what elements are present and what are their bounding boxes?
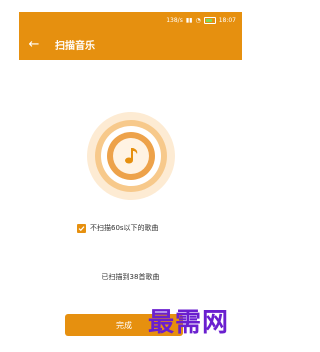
wifi-icon: ◔ [195, 16, 201, 24]
battery-icon [203, 16, 216, 24]
page-title: 扫描音乐 [55, 40, 95, 52]
app-screen: 138/s ▮▮ ◔ 18:07 ← 扫描音乐 不扫描60s以下的歌曲 已扫描到… [19, 12, 242, 352]
scan-disc [86, 112, 175, 200]
skip-short-songs-label: 不扫描60s以下的歌曲 [90, 224, 159, 232]
music-note-icon [113, 138, 149, 174]
watermark-logo: 最需网 [148, 308, 230, 338]
back-arrow-icon[interactable]: ← [19, 38, 49, 51]
status-time: 18:07 [218, 16, 236, 24]
signal-icon: ▮▮ [185, 16, 193, 24]
network-speed: 138/s [166, 16, 183, 24]
status-bar: 138/s ▮▮ ◔ 18:07 [19, 12, 242, 28]
app-bar: ← 扫描音乐 [19, 28, 242, 60]
scan-status-text: 已扫描到38首歌曲 [101, 273, 160, 281]
page: 138/s ▮▮ ◔ 18:07 ← 扫描音乐 不扫描60s以下的歌曲 已扫描到… [0, 0, 260, 352]
skip-short-songs-option[interactable]: 不扫描60s以下的歌曲 [77, 223, 159, 233]
check-icon[interactable] [77, 223, 86, 233]
